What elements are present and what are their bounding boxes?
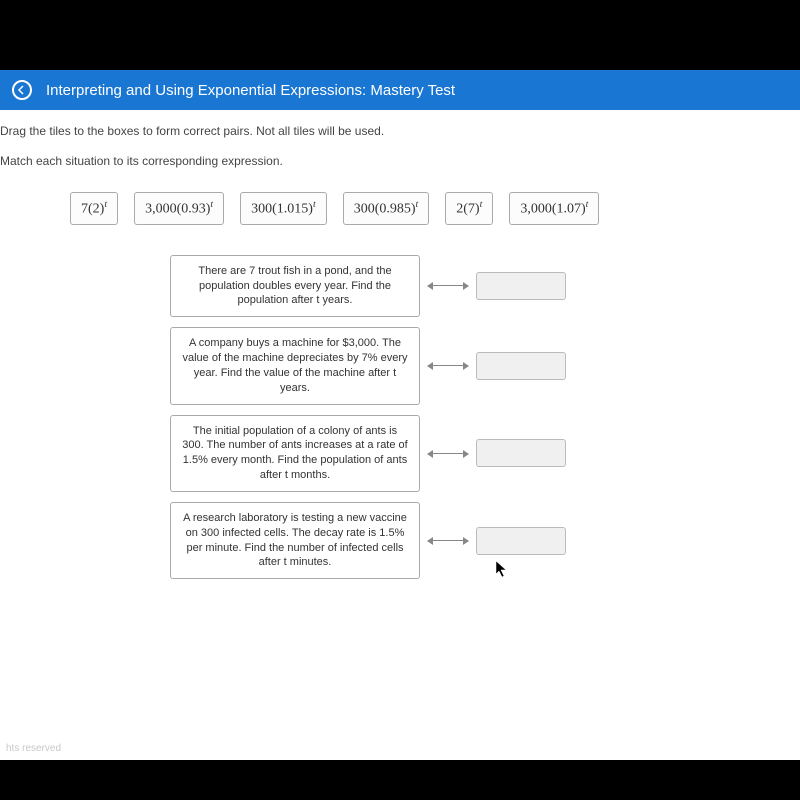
arrow-icon bbox=[428, 365, 468, 366]
arrow-icon bbox=[428, 285, 468, 286]
drop-zone[interactable] bbox=[476, 439, 566, 467]
arrow-icon bbox=[428, 453, 468, 454]
arrow-icon bbox=[428, 540, 468, 541]
tile-bank: 7(2)t 3,000(0.93)t 300(1.015)t 300(0.985… bbox=[70, 192, 750, 225]
page-title: Interpreting and Using Exponential Expre… bbox=[46, 82, 455, 99]
drop-zone[interactable] bbox=[476, 527, 566, 555]
drop-zone[interactable] bbox=[476, 272, 566, 300]
content-area: Drag the tiles to the boxes to form corr… bbox=[0, 110, 800, 760]
situation-box: The initial population of a colony of an… bbox=[170, 415, 420, 492]
situation-box: There are 7 trout fish in a pond, and th… bbox=[170, 255, 420, 318]
instruction-secondary: Match each situation to its correspondin… bbox=[0, 154, 790, 168]
back-icon[interactable] bbox=[12, 80, 32, 100]
tile-expression[interactable]: 3,000(1.07)t bbox=[509, 192, 599, 225]
tile-expression[interactable]: 300(0.985)t bbox=[343, 192, 430, 225]
drop-zone[interactable] bbox=[476, 352, 566, 380]
header-bar: Interpreting and Using Exponential Expre… bbox=[0, 70, 800, 110]
app-screen: Interpreting and Using Exponential Expre… bbox=[0, 70, 800, 760]
tile-expression[interactable]: 300(1.015)t bbox=[240, 192, 327, 225]
match-row: The initial population of a colony of an… bbox=[170, 415, 790, 492]
instruction-primary: Drag the tiles to the boxes to form corr… bbox=[0, 124, 790, 138]
match-row: There are 7 trout fish in a pond, and th… bbox=[170, 255, 790, 318]
match-rows: There are 7 trout fish in a pond, and th… bbox=[170, 255, 790, 580]
match-row: A research laboratory is testing a new v… bbox=[170, 502, 790, 579]
match-row: A company buys a machine for $3,000. The… bbox=[170, 327, 790, 404]
footer-copyright: hts reserved bbox=[6, 743, 61, 754]
situation-box: A research laboratory is testing a new v… bbox=[170, 502, 420, 579]
tile-expression[interactable]: 3,000(0.93)t bbox=[134, 192, 224, 225]
tile-expression[interactable]: 2(7)t bbox=[445, 192, 493, 225]
tile-expression[interactable]: 7(2)t bbox=[70, 192, 118, 225]
situation-box: A company buys a machine for $3,000. The… bbox=[170, 327, 420, 404]
